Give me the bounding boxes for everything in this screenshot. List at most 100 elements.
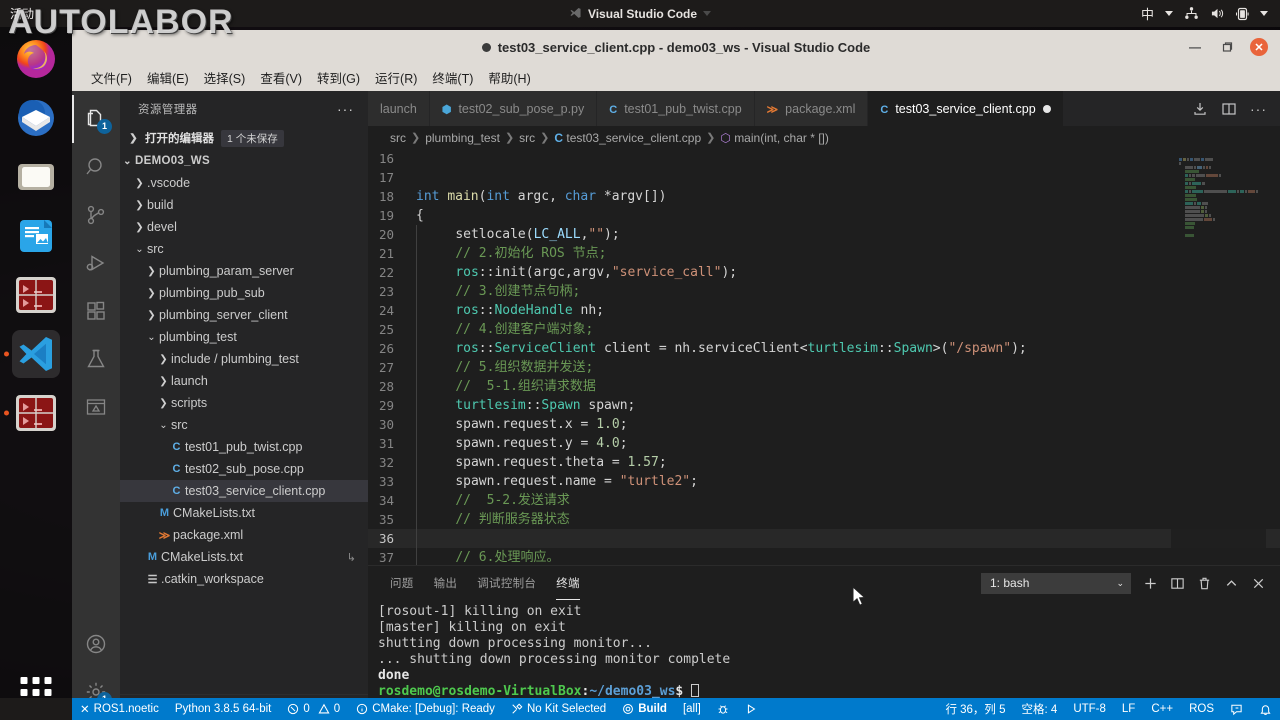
code-line-16[interactable]: 16 (368, 149, 1280, 168)
activities-button[interactable]: 活动 (10, 5, 34, 22)
open-editors-section[interactable]: ❯ 打开的编辑器 1 个未保存 (120, 126, 368, 150)
panel-tab-输出[interactable]: 输出 (434, 566, 458, 600)
editor-tab-launch[interactable]: launch (368, 91, 430, 126)
code-line-31[interactable]: 31 spawn.request.y = 4.0; (368, 434, 1280, 453)
dock-item-files[interactable] (12, 153, 60, 201)
status-cmake-target[interactable]: [all] (675, 698, 709, 720)
code-line-34[interactable]: 34 // 5-2.发送请求 (368, 491, 1280, 510)
tree-item-plumbing-pub-sub[interactable]: ❯ plumbing_pub_sub (120, 282, 368, 304)
breadcrumb-item-3[interactable]: C test03_service_client.cpp (554, 131, 701, 145)
menu-item-0[interactable]: 文件(F) (84, 65, 139, 90)
dock-item-thunderbird[interactable] (12, 94, 60, 142)
split-editor-icon[interactable] (1221, 101, 1237, 117)
status-cmake-build[interactable]: Build (614, 698, 675, 720)
code-line-18[interactable]: 18 int main(int argc, char *argv[]) (368, 187, 1280, 206)
code-line-29[interactable]: 29 turtlesim::Spawn spawn; (368, 396, 1280, 415)
code-line-28[interactable]: 28 // 5-1.组织请求数据 (368, 377, 1280, 396)
code-line-33[interactable]: 33 spawn.request.name = "turtle2"; (368, 472, 1280, 491)
chevron-down-icon[interactable] (1165, 11, 1173, 16)
code-line-19[interactable]: 19 { (368, 206, 1280, 225)
editor-tab-test01-pub-twist-cpp[interactable]: Ctest01_pub_twist.cpp (597, 91, 755, 126)
tree-item-cmakelists-txt[interactable]: M CMakeLists.txt (120, 502, 368, 524)
status-language-mode[interactable]: C++ (1143, 698, 1181, 720)
workspace-root-row[interactable]: ⌄ DEMO03_WS (120, 150, 368, 172)
code-line-27[interactable]: 27 // 5.组织数据并发送; (368, 358, 1280, 377)
code-line-36[interactable]: 36 (368, 529, 1280, 548)
tree-item-devel[interactable]: ❯ devel (120, 216, 368, 238)
dock-item-terminal-2[interactable] (4, 389, 60, 437)
breadcrumb-item-2[interactable]: src (519, 131, 535, 145)
code-line-23[interactable]: 23 // 3.创建节点句柄; (368, 282, 1280, 301)
notifications-bell-button[interactable] (1251, 698, 1280, 720)
tree-item-scripts[interactable]: ❯ scripts (120, 392, 368, 414)
status-indentation[interactable]: 空格: 4 (1014, 698, 1066, 720)
menu-item-4[interactable]: 转到(G) (310, 65, 367, 90)
sidebar-item-testing[interactable] (72, 335, 120, 383)
status-cmake-launch[interactable] (737, 698, 765, 720)
tree-item-include-plumbing-test[interactable]: ❯ include / plumbing_test (120, 348, 368, 370)
tree-item-plumbing-server-client[interactable]: ❯ plumbing_server_client (120, 304, 368, 326)
tree-item-cmakelists-txt[interactable]: M CMakeLists.txt ↳ (120, 546, 368, 568)
panel-tab-问题[interactable]: 问题 (390, 566, 414, 600)
status-cursor-position[interactable]: 行 36，列 5 (937, 698, 1013, 720)
menu-item-7[interactable]: 帮助(H) (481, 65, 537, 90)
tree-item-test03-service-client-cpp[interactable]: Ctest03_service_client.cpp (120, 480, 368, 502)
code-line-22[interactable]: 22 ros::init(argc,argv,"service_call"); (368, 263, 1280, 282)
network-icon[interactable] (1184, 7, 1199, 20)
panel-tab-调试控制台[interactable]: 调试控制台 (477, 566, 536, 600)
dock-item-vscode[interactable] (4, 330, 60, 378)
tree-item-test02-sub-pose-cpp[interactable]: Ctest02_sub_pose.cpp (120, 458, 368, 480)
sidebar-item-explorer[interactable]: 1 (72, 95, 120, 143)
tree-item-test01-pub-twist-cpp[interactable]: Ctest01_pub_twist.cpp (120, 436, 368, 458)
split-terminal-button[interactable] (1170, 576, 1185, 591)
status-eol[interactable]: LF (1114, 698, 1143, 720)
code-line-21[interactable]: 21 // 2.初始化 ROS 节点; (368, 244, 1280, 263)
editor-tab-package-xml[interactable]: ≫ package.xml (754, 91, 869, 126)
menu-item-1[interactable]: 编辑(E) (140, 65, 196, 90)
code-line-20[interactable]: 20 setlocale(LC_ALL,""); (368, 225, 1280, 244)
editor-tab-test03-service-client-cpp[interactable]: Ctest03_service_client.cpp (868, 91, 1064, 126)
volume-icon[interactable] (1210, 7, 1225, 20)
status-python-version[interactable]: Python 3.8.5 64-bit (167, 698, 280, 720)
status-cmake-status[interactable]: CMake: [Debug]: Ready (348, 698, 503, 720)
code-line-30[interactable]: 30 spawn.request.x = 1.0; (368, 415, 1280, 434)
kill-terminal-button[interactable] (1197, 576, 1212, 591)
input-method-indicator[interactable]: 中 (1141, 4, 1154, 23)
dock-item-libreoffice-writer[interactable] (12, 212, 60, 260)
code-line-24[interactable]: 24 ros::NodeHandle nh; (368, 301, 1280, 320)
menu-item-5[interactable]: 运行(R) (368, 65, 424, 90)
feedback-button[interactable] (1222, 698, 1251, 720)
breadcrumb-item-0[interactable]: src (390, 131, 406, 145)
battery-icon[interactable] (1236, 7, 1249, 21)
chevron-down-icon[interactable] (1260, 11, 1268, 16)
panel-tab-终端[interactable]: 终端 (556, 566, 580, 600)
editor-tab-test02-sub-pose-p-py[interactable]: ⬢ test02_sub_pose_p.py (429, 91, 598, 126)
code-line-32[interactable]: 32 spawn.request.theta = 1.57; (368, 453, 1280, 472)
editor-scrollbar[interactable] (1266, 149, 1280, 565)
sidebar-item-search[interactable] (72, 143, 120, 191)
accounts-button[interactable] (72, 620, 120, 668)
status-ros[interactable]: ROS (1181, 698, 1222, 720)
status-encoding[interactable]: UTF-8 (1065, 698, 1114, 720)
status-cmake-kit[interactable]: No Kit Selected (503, 698, 614, 720)
code-editor[interactable]: 16 17 18 int main(int argc, char *argv[]) 19… (368, 149, 1280, 565)
sidebar-item-run-debug[interactable] (72, 239, 120, 287)
menu-item-3[interactable]: 查看(V) (253, 65, 309, 90)
close-panel-button[interactable] (1251, 576, 1266, 591)
sidebar-item-extensions[interactable] (72, 287, 120, 335)
terminal-select[interactable]: 1: bash ⌄ (981, 572, 1131, 594)
run-build-icon[interactable] (1192, 101, 1208, 117)
tree-item-build[interactable]: ❯ build (120, 194, 368, 216)
chevron-down-icon[interactable] (703, 11, 712, 16)
dock-item-firefox[interactable] (12, 35, 60, 83)
tree-item-src[interactable]: ⌄ src (120, 238, 368, 260)
maximize-panel-button[interactable] (1224, 576, 1239, 591)
code-line-26[interactable]: 26 ros::ServiceClient client = nh.servic… (368, 339, 1280, 358)
tab-dirty-dot[interactable] (1042, 104, 1051, 113)
explorer-more-actions[interactable]: ··· (337, 101, 354, 117)
dock-item-terminal-1[interactable] (12, 271, 60, 319)
code-line-35[interactable]: 35 // 判断服务器状态 (368, 510, 1280, 529)
tree-item-plumbing-param-server[interactable]: ❯ plumbing_param_server (120, 260, 368, 282)
tree-item-package-xml[interactable]: ≫ package.xml (120, 524, 368, 546)
new-terminal-button[interactable] (1143, 576, 1158, 591)
